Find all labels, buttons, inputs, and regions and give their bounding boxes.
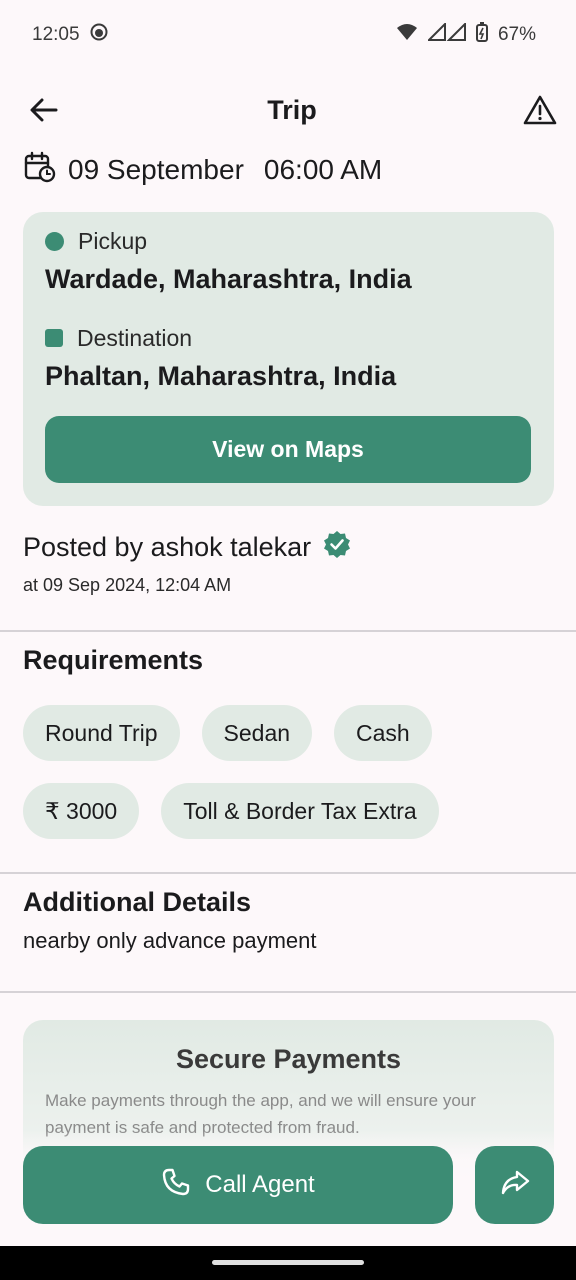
battery-level: 67% — [497, 24, 536, 45]
route-card: Pickup Wardade, Maharashtra, India Desti… — [23, 212, 554, 506]
verified-badge-icon — [323, 530, 351, 565]
signal-icon — [426, 21, 466, 47]
pickup-dot-icon — [45, 231, 64, 251]
page-title: Trip — [267, 94, 317, 125]
battery-icon — [475, 22, 488, 48]
notification-icon — [90, 23, 108, 47]
status-time: 12:05 — [32, 24, 80, 45]
back-arrow-icon[interactable] — [24, 90, 64, 130]
divider — [0, 872, 576, 874]
share-button[interactable] — [475, 1146, 554, 1224]
call-agent-button[interactable]: Call Agent — [23, 1146, 453, 1224]
trip-time: 06:00 AM — [263, 154, 383, 185]
divider — [0, 630, 576, 632]
secure-payments-title: Secure Payments — [175, 1044, 402, 1074]
requirements-title: Requirements — [23, 645, 204, 675]
pickup-row: Pickup — [45, 228, 532, 254]
view-on-maps-button[interactable]: View on Maps — [45, 416, 531, 483]
additional-details-text: nearby only advance payment — [23, 928, 317, 953]
wifi-icon — [396, 23, 418, 47]
requirements-chips: Round Trip Sedan Cash ₹ 3000 Toll & Bord… — [23, 705, 553, 839]
chip-cash: Cash — [334, 705, 432, 761]
posted-at-text: at 09 Sep 2024, 12:04 AM — [23, 575, 232, 595]
chip-fare: ₹ 3000 — [23, 783, 140, 839]
additional-details-title: Additional Details — [23, 887, 252, 917]
home-indicator[interactable] — [212, 1260, 364, 1265]
status-bar: 12:05 67% — [0, 0, 576, 70]
trip-datetime: 09 September 06:00 AM — [24, 150, 382, 190]
calendar-clock-icon — [24, 151, 56, 190]
pickup-label: Pickup — [78, 227, 148, 254]
call-agent-label: Call Agent — [205, 1171, 315, 1198]
warning-icon[interactable] — [520, 90, 560, 130]
trip-date: 09 September — [68, 154, 244, 185]
chip-round-trip: Round Trip — [23, 705, 180, 761]
posted-by-text: Posted by ashok talekar — [23, 532, 312, 562]
destination-label: Destination — [77, 324, 193, 351]
destination-place: Phaltan, Maharashtra, India — [45, 361, 397, 391]
pickup-place: Wardade, Maharashtra, India — [45, 264, 412, 294]
chip-sedan: Sedan — [201, 705, 313, 761]
divider — [0, 991, 576, 993]
system-nav-bar — [0, 1246, 576, 1280]
phone-icon — [161, 1167, 191, 1204]
share-icon — [500, 1170, 530, 1201]
destination-square-icon — [45, 329, 63, 347]
destination-row: Destination — [45, 325, 532, 351]
posted-by-section: Posted by ashok talekar at 09 Sep 2024, … — [23, 530, 351, 596]
chip-toll-tax: Toll & Border Tax Extra — [161, 783, 439, 839]
app-bar: Trip — [0, 76, 576, 144]
